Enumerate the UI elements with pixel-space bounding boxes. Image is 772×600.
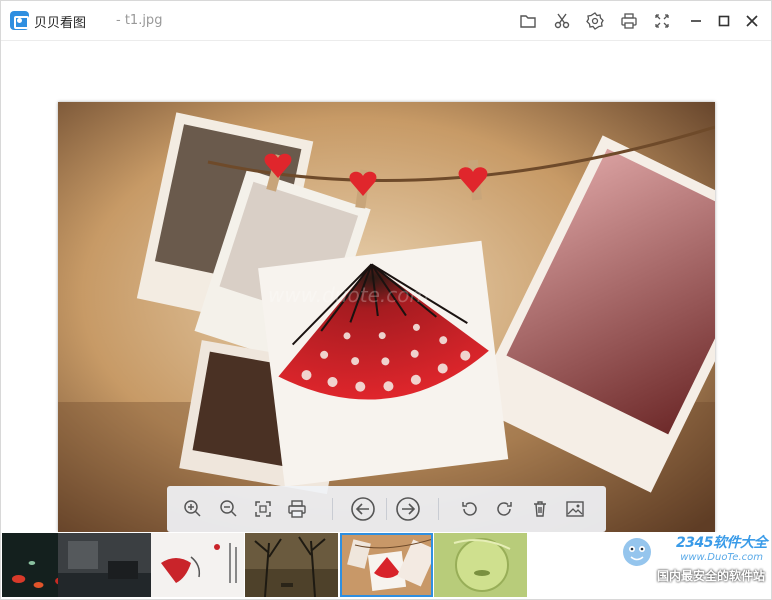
close-icon	[746, 15, 758, 27]
image-watermark-text: www.duote.com	[268, 283, 429, 307]
image-viewer-window: 贝贝看图 - t1.jpg www.duote.com 2345软件大全 www…	[0, 0, 772, 600]
thumbnail-3[interactable]	[151, 533, 244, 597]
minimize-button[interactable]	[686, 11, 706, 31]
cut-button[interactable]	[552, 11, 572, 31]
previous-image-button[interactable]	[349, 495, 377, 523]
watermark-logo: 2345软件大全	[676, 535, 767, 551]
thumbnail-image	[58, 533, 151, 597]
close-button[interactable]	[742, 11, 762, 31]
wallpaper-icon	[566, 501, 584, 517]
thumbnail-image	[2, 533, 58, 597]
main-photo[interactable]: www.duote.com	[58, 102, 715, 532]
watermark-url: www.DuoTe.com	[680, 552, 763, 563]
next-arrow-icon	[396, 497, 420, 521]
previous-arrow-icon	[351, 497, 375, 521]
print-image-button[interactable]	[285, 497, 309, 521]
maximize-button[interactable]	[714, 11, 734, 31]
thumbnail-image	[434, 533, 527, 597]
zoom-in-icon	[184, 500, 201, 517]
toolbar-divider	[386, 498, 387, 520]
image-toolbar	[167, 486, 606, 532]
set-wallpaper-button[interactable]	[563, 497, 587, 521]
thumbnail-6[interactable]	[434, 533, 527, 597]
rotate-left-icon	[462, 502, 477, 516]
expand-icon	[655, 14, 669, 28]
thumbnail-2[interactable]	[58, 533, 151, 597]
watermark-tagline: 国内最安全的软件站	[656, 569, 765, 583]
delete-image-button[interactable]	[528, 497, 552, 521]
toolbar-divider	[438, 498, 439, 520]
zoom-in-button[interactable]	[181, 497, 205, 521]
zoom-out-button[interactable]	[217, 497, 241, 521]
rotate-left-button[interactable]	[458, 497, 482, 521]
thumbnail-5-current[interactable]	[340, 533, 433, 597]
app-logo-icon	[10, 11, 29, 30]
fit-window-button[interactable]	[251, 497, 275, 521]
fullscreen-button[interactable]	[652, 11, 672, 31]
gear-icon	[586, 12, 604, 30]
app-title: 贝贝看图	[34, 16, 87, 31]
image-stage[interactable]: www.duote.com	[1, 42, 771, 532]
thumbnail-image	[151, 533, 244, 597]
mascot-icon	[623, 538, 651, 566]
maximize-icon	[718, 15, 730, 27]
trash-icon	[534, 501, 546, 517]
zoom-out-icon	[220, 500, 237, 517]
thumbnail-1[interactable]	[2, 533, 58, 597]
next-image-button[interactable]	[394, 495, 422, 523]
printer-icon	[288, 500, 306, 518]
file-name: - t1.jpg	[116, 13, 163, 28]
site-watermark: 2345软件大全 www.DuoTe.com 国内最安全的软件站	[617, 532, 767, 598]
minimize-icon	[691, 20, 701, 22]
printer-icon	[621, 13, 637, 29]
thumbnail-image	[340, 533, 433, 597]
photo-image: www.duote.com	[58, 102, 715, 532]
thumbnail-4[interactable]	[245, 533, 338, 597]
title-bar[interactable]: 贝贝看图 - t1.jpg	[1, 1, 771, 41]
rotate-right-icon	[497, 502, 512, 516]
thumbnail-image	[245, 533, 338, 597]
settings-button[interactable]	[585, 11, 605, 31]
toolbar-divider	[332, 498, 333, 520]
open-folder-button[interactable]	[518, 11, 538, 31]
fit-window-icon	[255, 501, 271, 517]
scissors-icon	[554, 13, 570, 29]
print-button[interactable]	[619, 11, 639, 31]
folder-icon	[520, 15, 536, 28]
rotate-right-button[interactable]	[492, 497, 516, 521]
